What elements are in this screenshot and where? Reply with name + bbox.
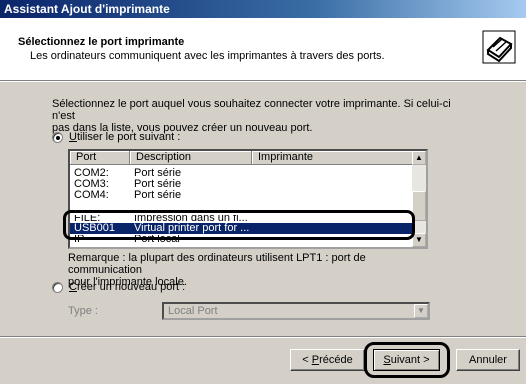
create-port-radio[interactable]: Créer un nouveau port : bbox=[52, 281, 185, 293]
instructions: Sélectionnez le port auquel vous souhait… bbox=[52, 98, 451, 134]
column-header-printer[interactable]: Imprimante bbox=[252, 151, 414, 165]
radio-unselected-icon[interactable] bbox=[52, 281, 63, 293]
cancel-button[interactable]: Annuler bbox=[456, 349, 520, 371]
window-title: Assistant Ajout d'imprimante bbox=[4, 2, 170, 16]
scroll-up-icon[interactable]: ▲ bbox=[412, 151, 426, 165]
title-bar: Assistant Ajout d'imprimante bbox=[0, 0, 526, 18]
column-header-port[interactable]: Port bbox=[70, 151, 130, 165]
highlight-ring-port bbox=[63, 210, 415, 240]
back-button[interactable]: < Précéde bbox=[290, 349, 365, 371]
port-type-dropdown[interactable]: Local Port ▼ bbox=[162, 302, 430, 320]
chevron-down-icon[interactable]: ▼ bbox=[414, 304, 428, 318]
list-header: Port Description Imprimante bbox=[70, 151, 414, 165]
wizard-header: Sélectionnez le port imprimante Les ordi… bbox=[0, 18, 526, 80]
footer-divider bbox=[0, 336, 526, 338]
header-subtitle: Les ordinateurs communiquent avec les im… bbox=[30, 50, 385, 62]
highlight-ring-next bbox=[364, 342, 450, 378]
type-label: Type : bbox=[68, 305, 98, 317]
list-item[interactable]: COM4: Port série bbox=[70, 190, 414, 201]
header-divider bbox=[0, 80, 526, 82]
radio-selected-icon[interactable] bbox=[52, 131, 63, 143]
column-header-description[interactable]: Description bbox=[130, 151, 252, 165]
header-title: Sélectionnez le port imprimante bbox=[18, 36, 185, 48]
printer-icon bbox=[482, 30, 516, 64]
use-port-radio[interactable]: Utiliser le port suivant : bbox=[52, 131, 180, 143]
list-item[interactable]: COM3: Port série bbox=[70, 179, 414, 190]
list-item[interactable]: COM2: Port série bbox=[70, 168, 414, 179]
